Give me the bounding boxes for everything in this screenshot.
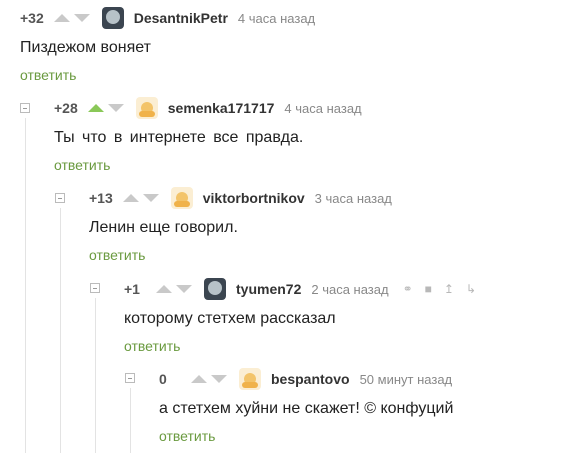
arrow-down-icon[interactable] — [142, 194, 159, 202]
avatar[interactable] — [135, 97, 158, 119]
comment-rating: +28 — [54, 100, 78, 116]
comment-text: а стетхем хуйни не скажет! © конфуций — [159, 400, 454, 417]
save-icon[interactable]: ■ — [425, 282, 432, 296]
comment-rating: +1 — [124, 281, 140, 297]
comment-time[interactable]: 4 часа назад — [238, 11, 315, 26]
arrow-up-icon[interactable] — [156, 285, 172, 293]
comment-text: которому стетхем рассказал — [124, 310, 336, 327]
arrow-down-icon[interactable] — [176, 285, 192, 293]
comment-text: Ленин еще говорил. — [89, 219, 238, 236]
reply-link[interactable]: ответить — [54, 157, 110, 173]
comment-rating: 0 — [159, 371, 167, 387]
arrow-down-icon[interactable] — [73, 14, 90, 22]
thread-line[interactable] — [130, 388, 131, 453]
collapse-icon[interactable] — [55, 193, 65, 203]
arrow-up-icon[interactable] — [53, 14, 70, 22]
comment-time[interactable]: 3 часа назад — [315, 191, 392, 206]
comment-username[interactable]: tyumen72 — [236, 281, 301, 297]
reply-link[interactable]: ответить — [89, 247, 145, 263]
comment-text: Пиздежом воняет — [20, 39, 151, 56]
comment-username[interactable]: bespantovo — [271, 371, 350, 387]
thread-up-icon[interactable]: ↥ — [444, 282, 454, 296]
link-icon[interactable]: ⚭ — [403, 282, 413, 296]
arrow-up-icon[interactable] — [191, 375, 207, 383]
comment-time[interactable]: 4 часа назад — [284, 101, 361, 116]
comment-rating: +32 — [20, 10, 44, 26]
comment-time[interactable]: 50 минут назад — [360, 372, 453, 387]
comment-username[interactable]: viktorbortnikov — [203, 190, 305, 206]
comment-username[interactable]: semenka171717 — [168, 100, 275, 116]
collapse-icon[interactable] — [125, 373, 135, 383]
collapse-icon[interactable] — [20, 103, 30, 113]
collapse-icon[interactable] — [90, 283, 100, 293]
thread-line[interactable] — [60, 208, 61, 453]
reply-link[interactable]: ответить — [20, 67, 76, 83]
reply-link[interactable]: ответить — [124, 338, 180, 354]
comment-time[interactable]: 2 часа назад — [311, 282, 388, 297]
arrow-down-icon[interactable] — [107, 104, 124, 112]
avatar[interactable] — [101, 7, 124, 29]
thread-line[interactable] — [25, 118, 26, 453]
reply-link[interactable]: ответить — [159, 428, 215, 444]
more-icon[interactable]: ↳ — [466, 282, 476, 296]
comment-text: Ты что в интернете все правда. — [54, 129, 304, 146]
avatar[interactable] — [204, 278, 226, 300]
avatar[interactable] — [170, 187, 193, 209]
arrow-down-icon[interactable] — [211, 375, 227, 383]
arrow-up-icon[interactable] — [122, 194, 139, 202]
comment-rating: +13 — [89, 190, 113, 206]
thread-line[interactable] — [95, 298, 96, 453]
comment-username[interactable]: DesantnikPetr — [134, 10, 228, 26]
avatar[interactable] — [239, 368, 261, 390]
arrow-up-icon[interactable] — [87, 104, 104, 112]
